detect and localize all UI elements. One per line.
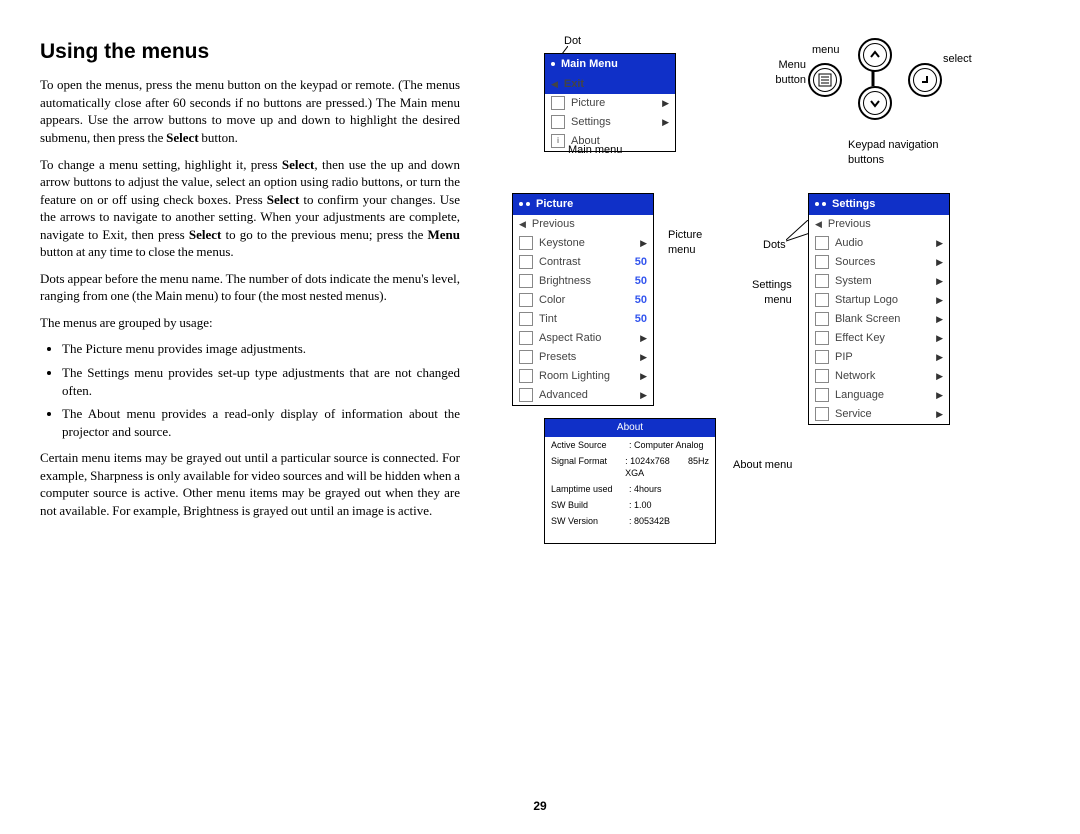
picture-menu-box: Picture ◀Previous Keystone▶ Contrast50 B…	[512, 193, 654, 406]
menu-item-previous[interactable]: ◀Previous	[809, 215, 949, 234]
menu-item[interactable]: Advanced▶	[513, 386, 653, 405]
menu-item[interactable]: Effect Key▶	[809, 329, 949, 348]
select-button[interactable]	[908, 63, 942, 97]
para-3: Dots appear before the menu name. The nu…	[40, 270, 460, 305]
page-title: Using the menus	[40, 38, 460, 66]
menu-item[interactable]: Settings▶	[545, 113, 675, 132]
menu-button[interactable]	[808, 63, 842, 97]
para-4: The menus are grouped by usage:	[40, 314, 460, 332]
about-menu-box: About Active Source: Computer Analog Sig…	[544, 418, 716, 544]
menu-item[interactable]: Network▶	[809, 367, 949, 386]
label-dots: Dots	[763, 238, 786, 253]
label-settings-menu: Settingsmenu	[752, 278, 792, 308]
dot-icon	[551, 62, 555, 66]
menu-item[interactable]: Contrast50	[513, 253, 653, 272]
menu-item[interactable]: PIP▶	[809, 348, 949, 367]
menu-item[interactable]: Sources▶	[809, 253, 949, 272]
menu-item[interactable]: Startup Logo▶	[809, 291, 949, 310]
up-button[interactable]	[858, 38, 892, 72]
settings-icon	[551, 115, 565, 129]
menu-item[interactable]: Presets▶	[513, 348, 653, 367]
main-menu-box: Main Menu ◀Exit Picture▶ Settings▶ iAbou…	[544, 53, 676, 152]
list-item: The About menu provides a read-only disp…	[62, 405, 460, 440]
menu-item[interactable]: Aspect Ratio▶	[513, 329, 653, 348]
para-2: To change a menu setting, highlight it, …	[40, 156, 460, 261]
settings-menu-box: Settings ◀Previous Audio▶ Sources▶ Syste…	[808, 193, 950, 425]
page-number: 29	[0, 798, 1080, 814]
label-about-menu: About menu	[733, 458, 792, 473]
menu-item[interactable]: Room Lighting▶	[513, 367, 653, 386]
list-item: The Picture menu provides image adjustme…	[62, 340, 460, 358]
menu-item[interactable]: Tint50	[513, 310, 653, 329]
menu-item[interactable]: Audio▶	[809, 234, 949, 253]
label-main-menu: Main menu	[568, 143, 622, 158]
bullet-list: The Picture menu provides image adjustme…	[40, 340, 460, 440]
menu-item[interactable]: Blank Screen▶	[809, 310, 949, 329]
picture-icon	[551, 96, 565, 110]
menu-item[interactable]: Color50	[513, 291, 653, 310]
menu-item[interactable]: Picture▶	[545, 94, 675, 113]
menu-item-exit[interactable]: ◀Exit	[545, 75, 675, 94]
down-button[interactable]	[858, 86, 892, 120]
label-keypad: Keypad navigationbuttons	[848, 138, 939, 168]
label-select: select	[943, 52, 972, 67]
label-picture-menu: Picturemenu	[668, 228, 702, 258]
list-item: The Settings menu provides set-up type a…	[62, 364, 460, 399]
para-5: Certain menu items may be grayed out unt…	[40, 449, 460, 519]
menu-item[interactable]: Brightness50	[513, 272, 653, 291]
label-menu-button: Menubutton	[770, 58, 806, 88]
menu-item[interactable]: Language▶	[809, 386, 949, 405]
menu-item-previous[interactable]: ◀Previous	[513, 215, 653, 234]
menu-item[interactable]: System▶	[809, 272, 949, 291]
menu-item[interactable]: Service▶	[809, 405, 949, 424]
para-1: To open the menus, press the menu button…	[40, 76, 460, 146]
about-icon: i	[551, 134, 565, 148]
label-menu: menu	[812, 43, 840, 58]
menu-item[interactable]: Keystone▶	[513, 234, 653, 253]
